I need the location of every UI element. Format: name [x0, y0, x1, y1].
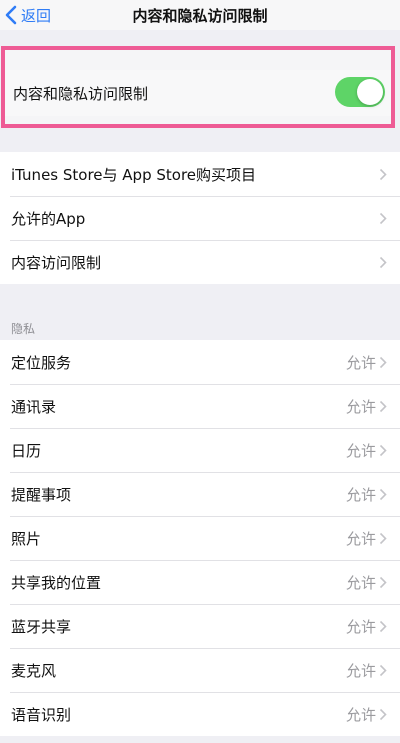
- highlight-frame: 内容和隐私访问限制: [1, 46, 395, 128]
- row-value: 允许: [345, 441, 376, 460]
- row-label: 提醒事项: [11, 485, 72, 504]
- row-label: 共享我的位置: [11, 573, 102, 592]
- chevron-right-icon: [379, 532, 387, 544]
- content-privacy-toggle-label: 内容和隐私访问限制: [13, 85, 149, 103]
- row-label: 通讯录: [11, 397, 57, 416]
- list-item-label: 内容访问限制: [11, 253, 102, 272]
- privacy-section-header: 隐私: [11, 322, 36, 336]
- row-label: 麦克风: [11, 661, 57, 680]
- table-row[interactable]: 语音识别 允许: [0, 692, 400, 736]
- nav-bar: 返回 内容和隐私访问限制: [0, 0, 400, 30]
- row-value: 允许: [345, 573, 376, 592]
- row-label: 定位服务: [11, 353, 72, 372]
- chevron-right-icon: [379, 576, 387, 588]
- list-item[interactable]: 允许的App: [0, 196, 400, 240]
- table-row[interactable]: 共享我的位置 允许: [0, 560, 400, 604]
- chevron-right-icon: [379, 356, 387, 368]
- row-label: 语音识别: [11, 705, 72, 724]
- content-privacy-toggle-row: 内容和隐私访问限制: [5, 70, 391, 116]
- page-title: 内容和隐私访问限制: [132, 7, 268, 25]
- restrictions-group: iTunes Store与 App Store购买项目 允许的App 内容访问限…: [0, 152, 400, 284]
- chevron-right-icon: [379, 664, 387, 676]
- table-row[interactable]: 蓝牙共享 允许: [0, 604, 400, 648]
- list-item[interactable]: iTunes Store与 App Store购买项目: [0, 152, 400, 196]
- table-row[interactable]: 照片 允许: [0, 516, 400, 560]
- table-row[interactable]: 定位服务 允许: [0, 340, 400, 384]
- row-label: 日历: [11, 441, 42, 460]
- row-value: 允许: [345, 353, 376, 372]
- privacy-group: 定位服务 允许 通讯录 允许 日历 允许 提醒事项 允许 照片 允许 共享我的位…: [0, 340, 400, 736]
- table-row[interactable]: 日历 允许: [0, 428, 400, 472]
- row-value: 允许: [345, 617, 376, 636]
- screen: 返回 内容和隐私访问限制 内容和隐私访问限制 iTunes Store与 App…: [0, 0, 400, 743]
- row-value: 允许: [345, 397, 376, 416]
- toggle-knob: [357, 79, 383, 105]
- table-row[interactable]: 提醒事项 允许: [0, 472, 400, 516]
- table-row[interactable]: 麦克风 允许: [0, 648, 400, 692]
- chevron-right-icon: [379, 168, 387, 180]
- row-value: 允许: [345, 661, 376, 680]
- chevron-right-icon: [379, 212, 387, 224]
- row-value: 允许: [345, 529, 376, 548]
- chevron-right-icon: [379, 256, 387, 268]
- content-privacy-toggle[interactable]: [335, 77, 385, 107]
- chevron-right-icon: [379, 444, 387, 456]
- row-label: 照片: [11, 529, 42, 548]
- row-label: 蓝牙共享: [11, 617, 72, 636]
- row-value: 允许: [345, 485, 376, 504]
- chevron-right-icon: [379, 488, 387, 500]
- chevron-right-icon: [379, 400, 387, 412]
- list-item[interactable]: 内容访问限制: [0, 240, 400, 284]
- list-item-label: iTunes Store与 App Store购买项目: [11, 165, 257, 184]
- chevron-right-icon: [379, 620, 387, 632]
- table-row[interactable]: 通讯录 允许: [0, 384, 400, 428]
- chevron-right-icon: [379, 708, 387, 720]
- row-value: 允许: [345, 705, 376, 724]
- list-item-label: 允许的App: [11, 209, 86, 228]
